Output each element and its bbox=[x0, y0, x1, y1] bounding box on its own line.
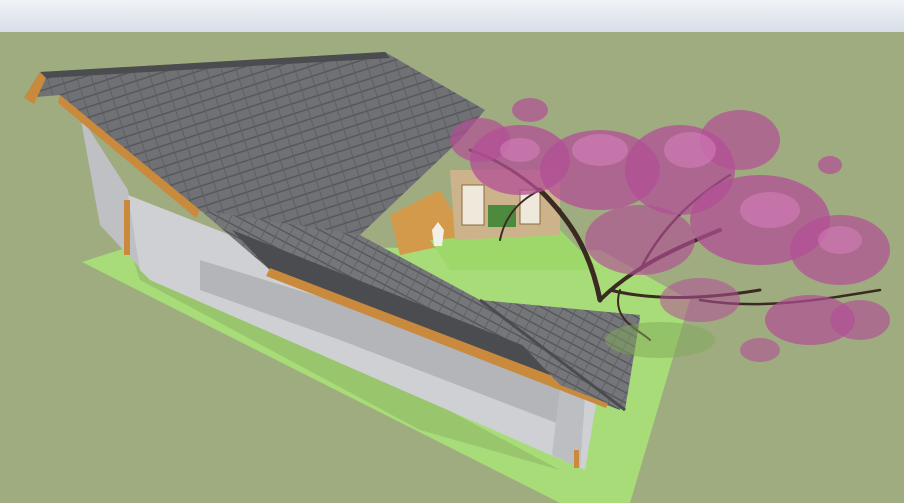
tree-shadow bbox=[605, 322, 715, 358]
shoji-screen bbox=[461, 184, 485, 226]
window-green bbox=[488, 205, 516, 227]
sketchup-scene bbox=[0, 0, 904, 503]
timber-post bbox=[574, 450, 579, 468]
scene-canvas bbox=[0, 0, 904, 503]
timber-post bbox=[124, 200, 130, 255]
sky bbox=[0, 0, 904, 32]
